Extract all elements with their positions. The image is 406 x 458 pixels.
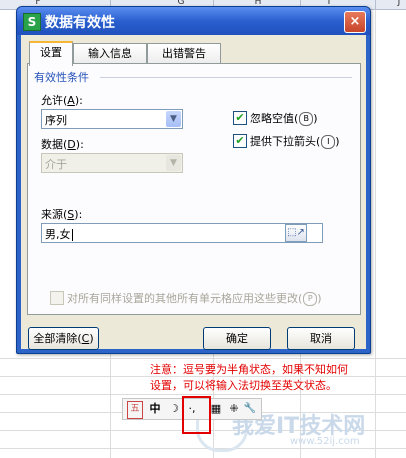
annotation-line-1: 注意：逗号要为半角状态，如果不知如何 (150, 363, 348, 376)
in-cell-dropdown-label: 提供下拉箭头(I) (250, 135, 340, 149)
grid-line (0, 448, 406, 449)
data-validation-dialog: S 数据有效性 × 设置 输入信息 出错警告 有效性条件 允许(A): 序列 ▼… (16, 6, 371, 354)
source-input[interactable]: 男,女 (41, 223, 323, 243)
clear-all-button[interactable]: 全部清除(C) (28, 327, 99, 350)
data-select[interactable]: 介于 ▼ (41, 153, 183, 173)
apply-to-all-checkbox[interactable] (50, 291, 64, 305)
source-input-value: 男,女 (45, 228, 73, 241)
grid-line (0, 358, 406, 359)
allow-label: 允许(A): (41, 94, 83, 107)
group-divider (100, 77, 352, 78)
ignore-blank-label: 忽略空值(B) (250, 112, 318, 126)
column-divider (375, 0, 376, 9)
cancel-button[interactable]: 取消 (287, 327, 355, 350)
tab-input-message[interactable]: 输入信息 (73, 43, 147, 64)
half-width-moon-icon[interactable]: ☽ (167, 401, 181, 417)
apply-to-all-label: 对所有同样设置的其他所有单元格应用这些更改(P) (67, 292, 322, 306)
dialog-title: 数据有效性 (45, 15, 115, 31)
soft-keyboard-icon[interactable]: ▦ (209, 401, 223, 417)
close-button[interactable]: × (344, 11, 366, 33)
allow-select-value: 序列 (45, 114, 67, 127)
source-label: 来源(S): (41, 208, 83, 221)
wrench-icon[interactable]: 🔧 (243, 401, 257, 417)
range-select-icon[interactable]: ⬚↗ (285, 224, 307, 242)
text-caret (71, 229, 73, 241)
annotation-line-2: 设置，可以将输入法切换至英文状态。 (150, 379, 337, 392)
tab-error-alert[interactable]: 出错警告 (147, 43, 221, 64)
column-header-j[interactable]: J (393, 0, 405, 7)
settings-panel: 有效性条件 允许(A): 序列 ▼ ✔ 忽略空值(B) ✔ 提供下拉箭头(I) … (27, 63, 361, 315)
watermark-url: www.52ij.com (290, 436, 360, 447)
ok-button[interactable]: 确定 (203, 327, 271, 350)
ignore-blank-checkbox[interactable]: ✔ (233, 111, 247, 125)
in-cell-dropdown-checkbox[interactable]: ✔ (233, 134, 247, 148)
ime-mode-toggle[interactable]: 中 (147, 401, 163, 417)
tab-settings[interactable]: 设置 (29, 41, 73, 66)
chevron-down-icon[interactable]: ▼ (166, 155, 181, 171)
validation-criteria-title: 有效性条件 (34, 69, 92, 85)
dialog-body: 设置 输入信息 出错警告 有效性条件 允许(A): 序列 ▼ ✔ 忽略空值(B)… (21, 35, 366, 350)
dialog-titlebar[interactable]: S 数据有效性 × (17, 7, 370, 35)
data-select-value: 介于 (45, 158, 67, 171)
highlight-box (182, 396, 211, 434)
allow-select[interactable]: 序列 ▼ (41, 109, 183, 129)
data-label: 数据(D): (41, 138, 84, 151)
wps-spreadsheet-icon: S (23, 13, 41, 31)
annotation-note: 注意：逗号要为半角状态，如果不知如何 设置，可以将输入法切换至英文状态。 (150, 362, 400, 394)
ime-menu-icon[interactable]: ⁜ (227, 401, 241, 417)
chevron-down-icon[interactable]: ▼ (166, 111, 181, 127)
ime-logo-icon[interactable]: 五 (127, 401, 143, 419)
grid-line (0, 394, 406, 395)
